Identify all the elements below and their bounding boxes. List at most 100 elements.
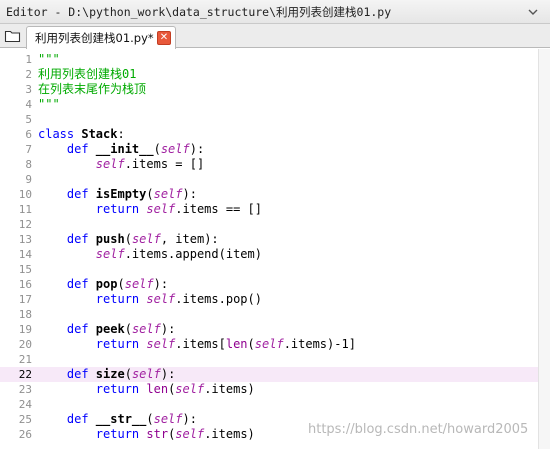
close-icon[interactable]: ✕ — [157, 31, 171, 45]
code-token: self — [131, 322, 161, 336]
code-token: .items.pop() — [175, 292, 262, 306]
line-number: 22 — [18, 368, 32, 381]
code-token: """ — [38, 52, 60, 66]
code-text: 在列表末尾作为栈顶 — [38, 82, 146, 97]
code-token: ( — [124, 232, 132, 246]
code-token: self — [175, 382, 205, 396]
code-token: __init__ — [95, 142, 154, 156]
code-line[interactable]: 22 def size(self): — [0, 367, 538, 382]
code-line[interactable]: 12 — [0, 217, 538, 232]
code-text: def __init__(self): — [38, 142, 204, 157]
code-line[interactable]: 5 — [0, 112, 538, 127]
code-line[interactable]: 20 return self.items[len(self.items)-1] — [0, 337, 538, 352]
editor-title: Editor - D:\python_work\data_structure\利… — [6, 4, 392, 19]
line-number: 23 — [18, 383, 32, 396]
code-line[interactable]: 21 — [0, 352, 538, 367]
line-number: 21 — [18, 353, 32, 366]
code-text: return self.items[len(self.items)-1] — [38, 337, 356, 352]
line-number: 6 — [25, 128, 32, 141]
code-text: return str(self.items) — [38, 427, 255, 442]
line-number: 24 — [18, 398, 32, 411]
code-token: self — [153, 187, 183, 201]
line-number: 9 — [25, 173, 32, 186]
code-token: ): — [160, 322, 176, 336]
editor-title-bar: Editor - D:\python_work\data_structure\利… — [0, 0, 550, 24]
code-text: return self.items == [] — [38, 202, 262, 217]
code-token: ( — [146, 412, 154, 426]
options-icon[interactable] — [526, 5, 540, 19]
code-line[interactable]: 6 class Stack: — [0, 127, 538, 142]
code-token: self — [146, 337, 176, 351]
code-line[interactable]: 11 return self.items == [] — [0, 202, 538, 217]
code-token: 在列表末尾作为栈顶 — [38, 82, 147, 96]
code-line[interactable]: 3 在列表末尾作为栈顶 — [0, 82, 538, 97]
line-number: 3 — [25, 83, 32, 96]
code-token: 利用列表创建栈01 — [38, 67, 137, 81]
code-text: """ — [38, 97, 60, 112]
code-token: return — [38, 337, 147, 351]
line-number: 2 — [25, 68, 32, 81]
code-token: ): — [153, 277, 169, 291]
code-token: self — [131, 232, 161, 246]
code-editor[interactable]: 1 """ 2 利用列表创建栈01 3 在列表末尾作为栈顶 4 """ 5 6 class Stac… — [0, 49, 550, 449]
code-token: ( — [124, 367, 132, 381]
code-token: .items) — [204, 427, 255, 441]
code-token: , item): — [160, 232, 219, 246]
code-text: def __str__(self): — [38, 412, 197, 427]
code-line[interactable]: 10 def isEmpty(self): — [0, 187, 538, 202]
code-line[interactable]: 14 self.items.append(item) — [0, 247, 538, 262]
watermark: https://blog.csdn.net/howard2005 — [308, 422, 529, 437]
code-line[interactable]: 19 def peek(self): — [0, 322, 538, 337]
code-line[interactable]: 9 — [0, 172, 538, 187]
code-token: size — [95, 367, 125, 381]
code-token: str — [146, 427, 169, 441]
code-line[interactable]: 23 return len(self.items) — [0, 382, 538, 397]
code-line[interactable]: 16 def pop(self): — [0, 277, 538, 292]
code-token: ( — [153, 142, 161, 156]
code-token: .items[ — [175, 337, 226, 351]
code-token: self — [131, 367, 161, 381]
code-token: .items == [] — [175, 202, 262, 216]
vertical-scrollbar[interactable] — [538, 49, 550, 449]
code-line[interactable]: 24 — [0, 397, 538, 412]
code-line[interactable]: 18 — [0, 307, 538, 322]
code-token: __str__ — [95, 412, 147, 426]
code-text: """ — [38, 52, 60, 67]
tab-editor-file[interactable]: 利用列表创建栈01.py* ✕ — [26, 26, 176, 49]
code-token: def — [38, 322, 96, 336]
code-line[interactable]: 8 self.items = [] — [0, 157, 538, 172]
code-token: self — [175, 427, 205, 441]
code-token: ( — [247, 337, 255, 351]
code-line[interactable]: 13 def push(self, item): — [0, 232, 538, 247]
code-token: push — [95, 232, 125, 246]
code-text: self.items.append(item) — [38, 247, 262, 262]
code-line[interactable]: 17 return self.items.pop() — [0, 292, 538, 307]
code-token: ( — [124, 322, 132, 336]
line-number: 5 — [25, 113, 32, 126]
code-line[interactable]: 1 """ — [0, 52, 538, 67]
line-number: 7 — [25, 143, 32, 156]
code-token: self — [95, 247, 125, 261]
code-token: ): — [189, 142, 205, 156]
line-number: 10 — [18, 188, 32, 201]
line-number: 19 — [18, 323, 32, 336]
code-line[interactable]: 2 利用列表创建栈01 — [0, 67, 538, 82]
line-number: 20 — [18, 338, 32, 351]
folder-icon[interactable] — [4, 28, 22, 44]
code-token: len — [225, 337, 248, 351]
code-text: class Stack: — [38, 127, 125, 142]
code-token: def — [38, 232, 96, 246]
code-token: self — [124, 277, 154, 291]
code-line[interactable]: 7 def __init__(self): — [0, 142, 538, 157]
code-token: def — [38, 277, 96, 291]
code-line[interactable]: 15 — [0, 262, 538, 277]
code-text: self.items = [] — [38, 157, 204, 172]
code-token: .items = [] — [124, 157, 205, 171]
line-number: 15 — [18, 263, 32, 276]
code-text: 利用列表创建栈01 — [38, 67, 136, 82]
line-number: 4 — [25, 98, 32, 111]
code-line[interactable]: 4 """ — [0, 97, 538, 112]
code-text: def size(self): — [38, 367, 175, 382]
